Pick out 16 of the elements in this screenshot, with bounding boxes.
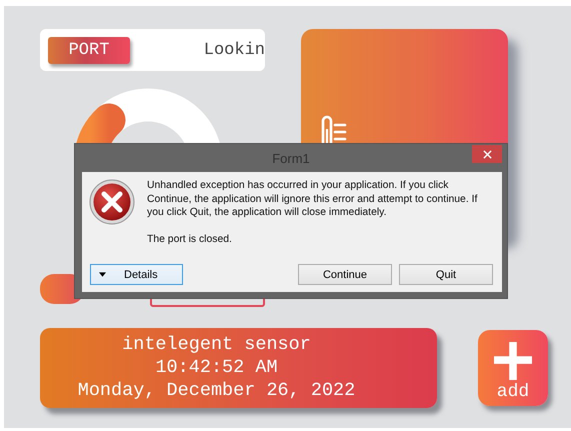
clock-time: 10:42:52 AM <box>155 358 278 378</box>
dialog-button[interactable]: Continue <box>298 264 392 285</box>
details-button[interactable]: Details <box>90 264 183 285</box>
port-button[interactable]: PORT <box>48 36 130 64</box>
port-status: Lookin <box>204 40 265 60</box>
thermometer-icon <box>319 115 349 145</box>
error-icon <box>89 179 135 225</box>
caret-icon <box>99 272 106 277</box>
dialog-button[interactable]: Quit <box>399 264 493 285</box>
clock-title: intelegent sensor <box>122 335 311 355</box>
error-message: Unhandled exception has occurred in your application. If you click Continue, the application will ignore this error and attempt to continue. If you click Quit, the application will close immediately. <box>147 179 478 220</box>
clock-date: Monday, December 26, 2022 <box>78 381 356 401</box>
error-detail: The port is closed. <box>147 232 233 246</box>
plus-icon <box>494 342 532 380</box>
close-icon <box>482 150 492 158</box>
close-button[interactable] <box>472 145 502 163</box>
